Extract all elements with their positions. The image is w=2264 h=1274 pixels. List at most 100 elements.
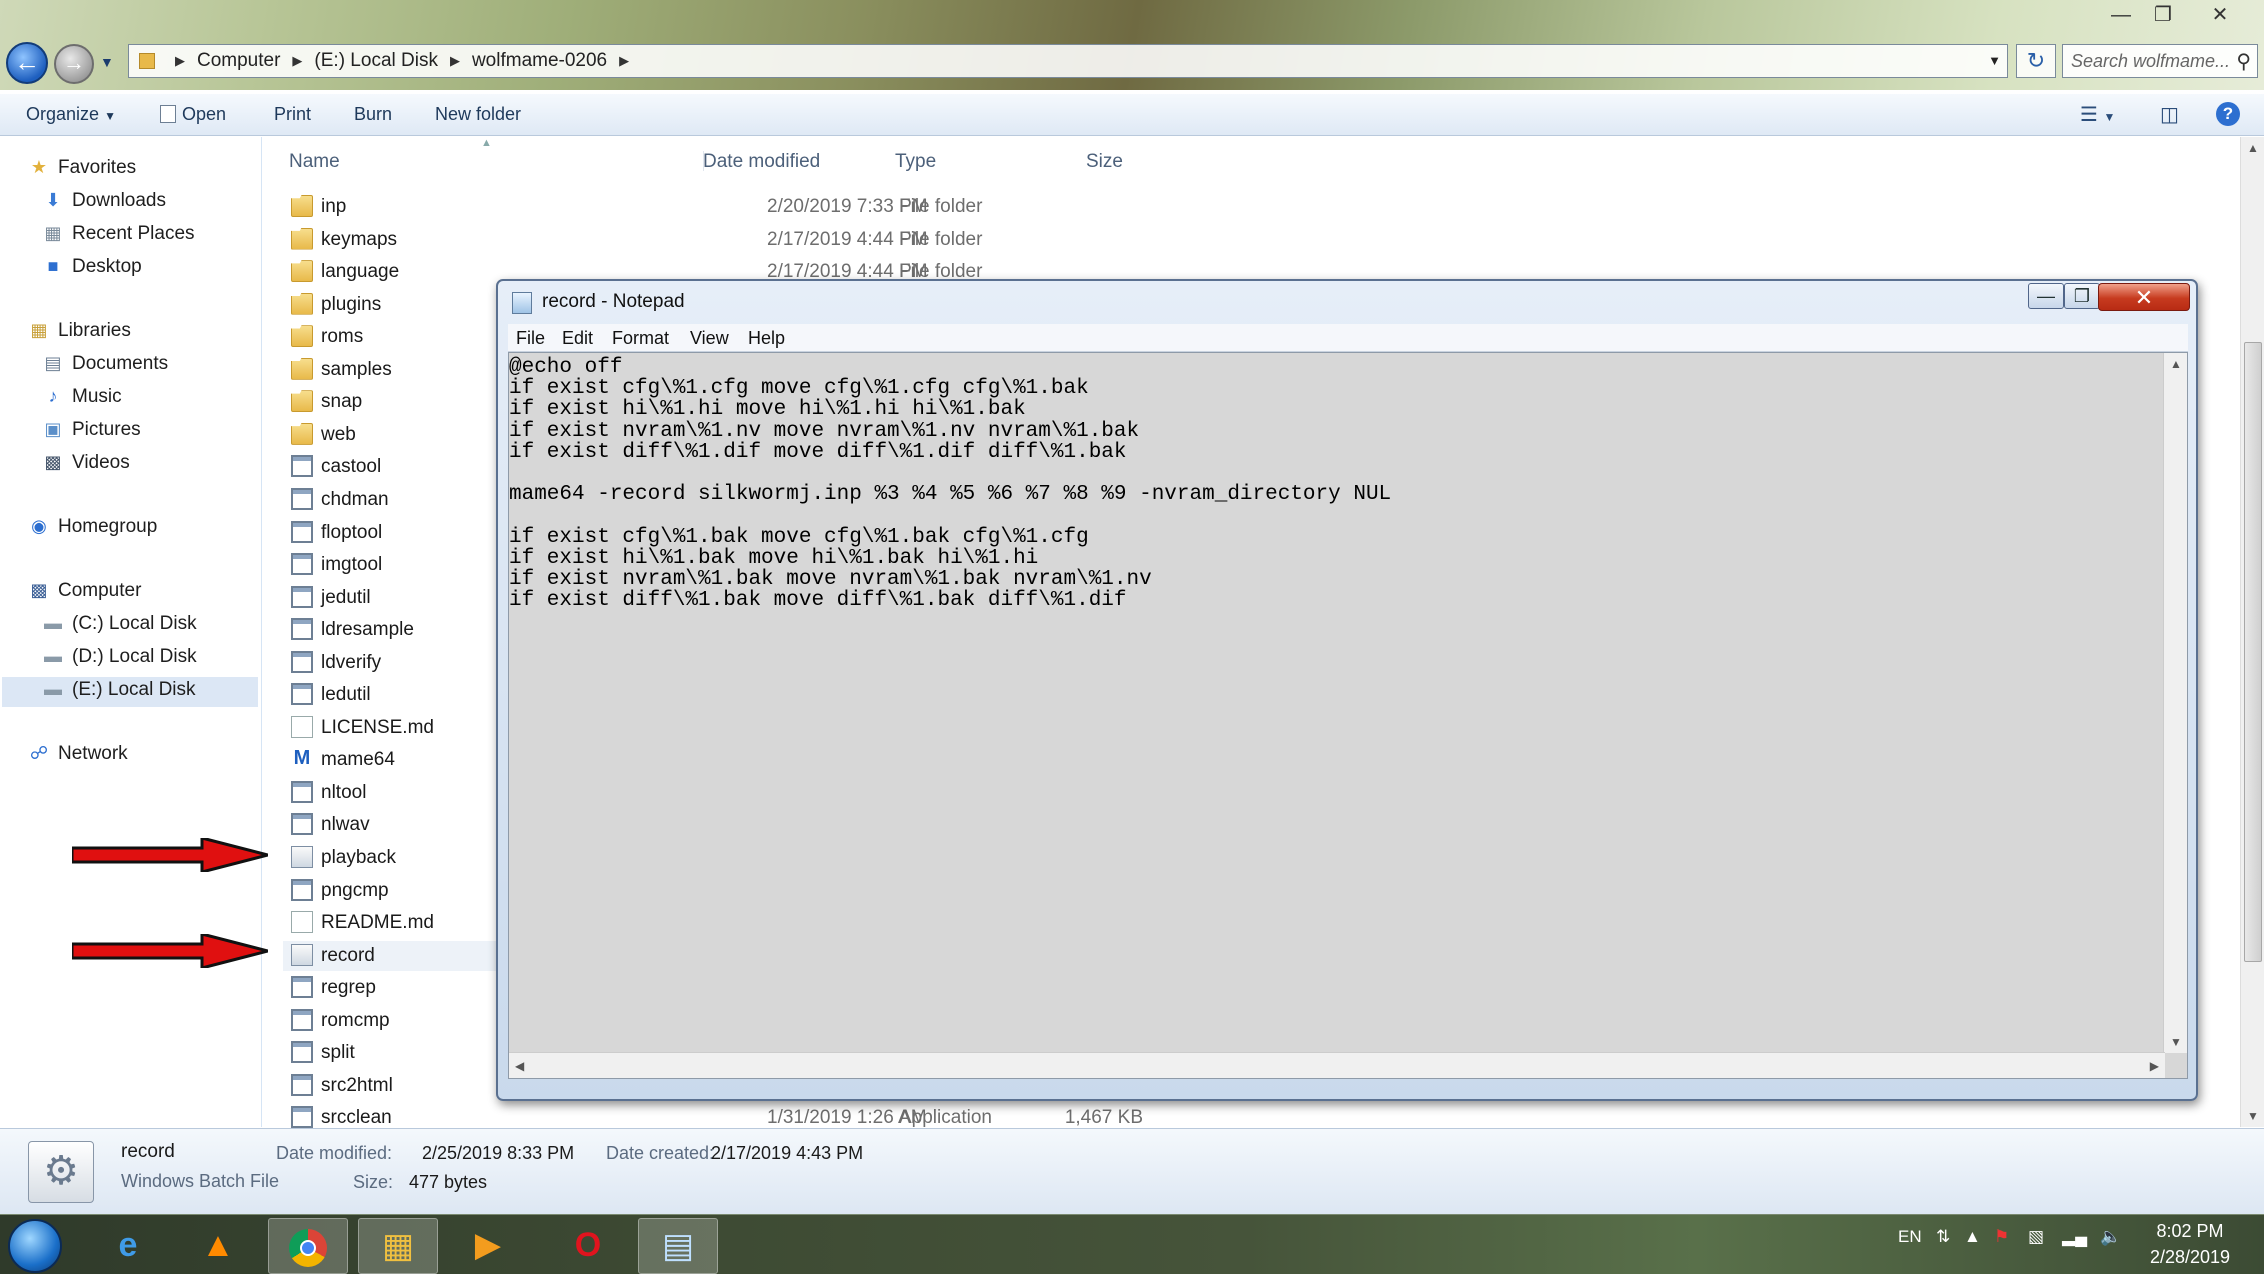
app-icon (291, 650, 313, 673)
nav-homegroup[interactable]: ◉ Homegroup (28, 516, 157, 538)
start-button[interactable] (8, 1219, 62, 1273)
column-header-name[interactable]: Name (289, 151, 340, 173)
nav-libraries[interactable]: ▦ Libraries (28, 320, 130, 342)
file-type: Application (899, 1107, 992, 1129)
clock-time[interactable]: 8:02 PM (2130, 1221, 2250, 1242)
nav-downloads[interactable]: ⬇ Downloads (42, 190, 166, 212)
nav-network-label: Network (58, 743, 128, 764)
file-row[interactable]: inp 2/20/2019 7:33 PM File folder (283, 192, 1283, 222)
file-name: ldverify (321, 651, 382, 673)
notepad-vertical-scrollbar[interactable]: ▲ ▼ (2163, 353, 2187, 1053)
notepad-text-area[interactable]: @echo off if exist cfg\%1.cfg move cfg\%… (508, 352, 2188, 1079)
clock-date[interactable]: 2/28/2019 (2130, 1247, 2250, 1268)
safely-remove-icon[interactable]: ▧ (2028, 1227, 2044, 1247)
scroll-left-icon[interactable]: ◀ (515, 1059, 524, 1073)
recent-pages-dropdown[interactable]: ▼ (100, 54, 114, 70)
organize-label: Organize (26, 104, 100, 124)
nav-pictures[interactable]: ▣ Pictures (42, 419, 140, 441)
maximize-button[interactable]: ❐ (2143, 2, 2183, 28)
address-bar[interactable]: ▶ Computer ▶ (E:) Local Disk ▶ wolfmame-… (128, 44, 2008, 78)
print-button[interactable]: Print (274, 104, 311, 125)
nav-music[interactable]: ♪ Music (42, 386, 122, 408)
file-row[interactable]: keymaps 2/17/2019 4:44 PM File folder (283, 225, 1283, 255)
scroll-up-icon[interactable]: ▲ (2247, 141, 2259, 155)
nav-c-disk[interactable]: ▬ (C:) Local Disk (42, 613, 197, 635)
nav-favorites[interactable]: ★ Favorites (28, 157, 136, 179)
column-header-size[interactable]: Size (1086, 151, 1123, 173)
action-center-icon[interactable]: ⚑ (1994, 1227, 2009, 1247)
open-button[interactable]: Open (160, 104, 226, 125)
network-signal-icon[interactable]: ▂▄ (2062, 1227, 2087, 1247)
vlc-icon[interactable]: ▲ (178, 1218, 258, 1274)
breadcrumb-e-disk[interactable]: (E:) Local Disk (314, 50, 438, 72)
notepad-minimize-button[interactable]: — (2028, 283, 2064, 309)
folder-icon (291, 325, 313, 348)
keyboard-icon[interactable]: ⇅ (1936, 1227, 1950, 1247)
internet-explorer-icon[interactable]: e (88, 1218, 168, 1274)
app-icon (291, 1041, 313, 1064)
breadcrumb-computer[interactable]: Computer (197, 50, 280, 72)
scroll-right-icon[interactable]: ▶ (2150, 1059, 2159, 1073)
help-icon[interactable]: ? (2216, 102, 2240, 126)
minimize-button[interactable]: — (2101, 2, 2141, 28)
scroll-down-icon[interactable]: ▼ (2170, 1035, 2182, 1049)
notepad-horizontal-scrollbar[interactable]: ◀ ▶ (509, 1052, 2165, 1078)
scrollbar-thumb[interactable] (2244, 342, 2262, 962)
preview-pane-icon[interactable]: ◫ (2160, 102, 2179, 127)
menu-format[interactable]: Format (612, 328, 669, 349)
nav-documents[interactable]: ▤ Documents (42, 353, 168, 375)
opera-icon[interactable]: O (548, 1218, 628, 1274)
app-icon (291, 487, 313, 510)
menu-help[interactable]: Help (748, 328, 785, 349)
notepad-icon[interactable]: ▤ (638, 1218, 718, 1274)
media-player-icon[interactable]: ▶ (448, 1218, 528, 1274)
nav-network[interactable]: ☍ Network (28, 743, 128, 765)
file-list-scrollbar[interactable]: ▲ ▼ (2240, 137, 2264, 1127)
close-button[interactable]: ✕ (2200, 2, 2240, 28)
menu-view[interactable]: View (690, 328, 729, 349)
chrome-icon[interactable] (268, 1218, 348, 1274)
file-name: srcclean (321, 1107, 392, 1129)
homegroup-icon: ◉ (31, 516, 47, 536)
notepad-content[interactable]: @echo off if exist cfg\%1.cfg move cfg\%… (509, 357, 1391, 611)
scroll-up-icon[interactable]: ▲ (2170, 357, 2182, 371)
show-hidden-icons-icon[interactable]: ▲ (1964, 1227, 1981, 1247)
language-indicator[interactable]: EN (1898, 1227, 1922, 1247)
nav-recent-places[interactable]: ▦ Recent Places (42, 223, 194, 245)
volume-icon[interactable]: 🔈 (2100, 1227, 2121, 1247)
forward-button[interactable]: → (54, 44, 94, 84)
refresh-button[interactable]: ↻ (2016, 44, 2056, 78)
nav-e-disk[interactable]: ▬ (E:) Local Disk (42, 679, 196, 701)
nav-videos[interactable]: ▩ Videos (42, 452, 129, 474)
nav-computer[interactable]: ▩ Computer (28, 580, 141, 602)
chevron-right-icon[interactable]: ▶ (292, 53, 302, 69)
libraries-icon: ▦ (30, 320, 48, 340)
column-header-date[interactable]: Date modified (703, 151, 820, 173)
search-input[interactable]: Search wolfmame... ⚲ (2062, 44, 2258, 78)
music-icon: ♪ (48, 386, 58, 406)
column-header-type[interactable]: Type (895, 151, 936, 173)
address-history-dropdown[interactable]: ▼ (1988, 53, 2001, 68)
menu-file[interactable]: File (516, 328, 545, 349)
search-icon[interactable]: ⚲ (2236, 49, 2251, 74)
explorer-title-bar: — ❐ ✕ ← → ▼ ▶ Computer ▶ (E:) Local Disk… (0, 0, 2264, 90)
file-type: File folder (899, 228, 983, 250)
scroll-down-icon[interactable]: ▼ (2247, 1109, 2259, 1123)
breadcrumb-wolfmame[interactable]: wolfmame-0206 (472, 50, 607, 72)
chevron-right-icon[interactable]: ▶ (450, 53, 460, 69)
notepad-close-button[interactable]: ✕ (2098, 283, 2190, 311)
notepad-maximize-button[interactable]: ❐ (2064, 283, 2100, 309)
burn-button[interactable]: Burn (354, 104, 392, 125)
open-icon (160, 105, 176, 123)
chevron-right-icon[interactable]: ▶ (175, 53, 185, 69)
nav-d-disk[interactable]: ▬ (D:) Local Disk (42, 646, 197, 668)
new-folder-button[interactable]: New folder (435, 104, 521, 125)
organize-button[interactable]: Organize ▼ (26, 104, 116, 125)
back-button[interactable]: ← (6, 42, 48, 84)
nav-desktop[interactable]: ■ Desktop (42, 256, 142, 278)
menu-edit[interactable]: Edit (562, 328, 593, 349)
notepad-window[interactable]: record - Notepad — ❐ ✕ File Edit Format … (496, 279, 2198, 1101)
chevron-right-icon[interactable]: ▶ (619, 53, 629, 69)
change-view-icon[interactable]: ☰ ▼ (2080, 102, 2115, 127)
file-explorer-icon[interactable]: ▦ (358, 1218, 438, 1274)
